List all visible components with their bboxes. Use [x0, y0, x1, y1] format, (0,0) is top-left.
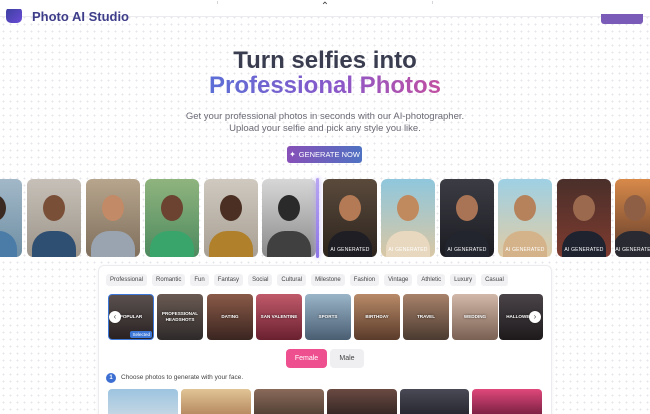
ai-generated-photo: AI GENERATED: [381, 179, 435, 257]
ai-generated-tag: AI GENERATED: [388, 247, 428, 253]
chip-milestone[interactable]: Milestone: [311, 274, 345, 286]
hero-title-line2: Professional Photos: [208, 72, 442, 99]
logo-icon: [6, 9, 22, 23]
category-dating[interactable]: DATING: [207, 294, 253, 340]
ai-generated-photo: AI GENERATED: [323, 179, 377, 257]
generate-now-label: GENERATE NOW: [298, 150, 360, 159]
before-after-divider: [316, 178, 319, 258]
chevron-right-icon[interactable]: ›: [529, 311, 541, 323]
filter-chip-bar: Professional Romantic Fun Fantasy Social…: [106, 274, 508, 286]
hero-subtitle-line1: Get your professional photos in seconds …: [185, 111, 465, 122]
divider-tick: [432, 1, 433, 4]
selfie-photo: [145, 179, 199, 257]
ai-generated-tag: AI GENERATED: [330, 247, 370, 253]
ai-generated-photo: AI GENERATED: [615, 179, 650, 257]
style-sample-photo[interactable]: [472, 389, 542, 414]
category-professional-headshots[interactable]: PROFESSIONAL HEADSHOTS: [157, 294, 203, 340]
chip-athletic[interactable]: Athletic: [417, 274, 446, 286]
chip-social[interactable]: Social: [248, 274, 273, 286]
chip-fashion[interactable]: Fashion: [349, 274, 380, 286]
chevron-up-icon[interactable]: ⌃: [315, 2, 335, 13]
category-wedding[interactable]: WEDDING: [452, 294, 498, 340]
ai-generated-photo: AI GENERATED: [440, 179, 494, 257]
category-san-valentine[interactable]: SAN VALENTINE: [256, 294, 302, 340]
ai-generated-tag: AI GENERATED: [564, 247, 604, 253]
chip-professional[interactable]: Professional: [106, 274, 148, 286]
category-sports[interactable]: SPORTS: [305, 294, 351, 340]
divider-tick: [217, 1, 218, 4]
brand[interactable]: Photo AI Studio: [6, 9, 129, 23]
gender-male-button[interactable]: Male: [330, 349, 364, 368]
ai-generated-tag: AI GENERATED: [505, 247, 545, 253]
chevron-left-icon[interactable]: ‹: [109, 311, 121, 323]
category-travel[interactable]: TRAVEL: [403, 294, 449, 340]
category-birthday[interactable]: BIRTHDAY: [354, 294, 400, 340]
magic-wand-icon: ✦: [289, 150, 296, 159]
ai-generated-photo: AI GENERATED: [498, 179, 552, 257]
chip-fantasy[interactable]: Fantasy: [213, 274, 244, 286]
chip-fun[interactable]: Fun: [190, 274, 209, 286]
chip-cultural[interactable]: Cultural: [277, 274, 307, 286]
hero-title-line1: Turn selfies into: [233, 47, 417, 74]
selfie-photo: [86, 179, 140, 257]
step-number-badge: 1: [106, 373, 116, 383]
style-sample-photo[interactable]: [108, 389, 178, 414]
chip-luxury[interactable]: Luxury: [450, 274, 477, 286]
style-sample-photo[interactable]: [400, 389, 469, 414]
gender-female-button[interactable]: Female: [286, 349, 327, 368]
selected-badge: Selected: [130, 331, 152, 338]
style-sample-photo[interactable]: [254, 389, 324, 414]
ai-generated-tag: AI GENERATED: [615, 247, 650, 253]
selfie-photo: [262, 179, 316, 257]
selfie-photo: [0, 179, 22, 257]
selfie-photo: [27, 179, 81, 257]
account-button[interactable]: [601, 14, 643, 24]
selfie-photo: [204, 179, 258, 257]
chip-casual[interactable]: Casual: [481, 274, 508, 286]
ai-generated-photo: AI GENERATED: [557, 179, 611, 257]
hero-subtitle-line2: Upload your selfie and pick any style yo…: [229, 123, 421, 134]
chip-romantic[interactable]: Romantic: [152, 274, 186, 286]
ai-generated-tag: AI GENERATED: [447, 247, 487, 253]
brand-name: Photo AI Studio: [32, 9, 129, 23]
style-sample-photo[interactable]: [181, 389, 251, 414]
step-instruction: Choose photos to generate with your face…: [121, 374, 244, 381]
chip-vintage[interactable]: Vintage: [384, 274, 413, 286]
generate-now-button[interactable]: ✦ GENERATE NOW: [287, 146, 362, 163]
style-sample-photo[interactable]: [327, 389, 397, 414]
